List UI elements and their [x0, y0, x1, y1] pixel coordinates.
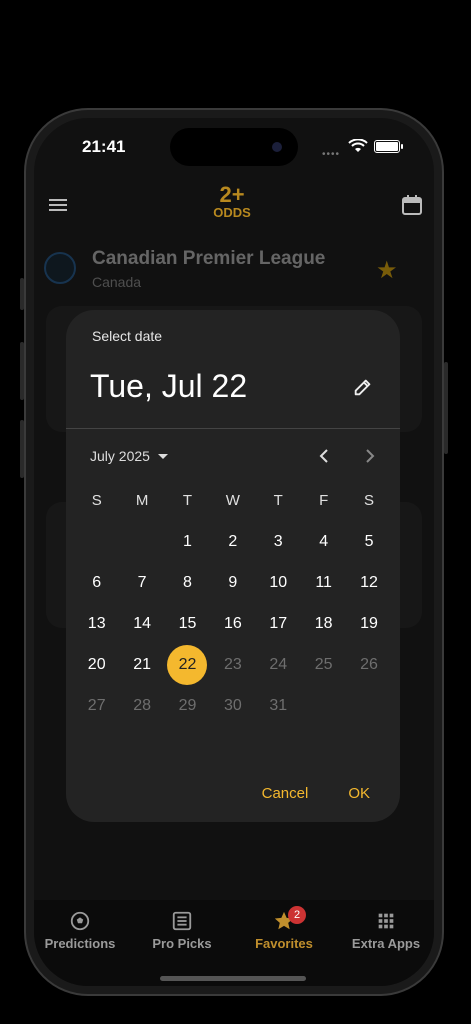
favorite-star-icon[interactable]: ★: [376, 256, 398, 285]
day-cell[interactable]: 5: [346, 521, 391, 562]
phone-power-button: [444, 362, 448, 454]
tab-label: Predictions: [44, 936, 116, 951]
weekday-label: M: [135, 492, 149, 509]
day-cell-disabled: 25: [314, 655, 333, 673]
day-cell[interactable]: 7: [119, 562, 164, 603]
weekday-label: T: [273, 492, 283, 509]
day-cell[interactable]: 6: [74, 562, 119, 603]
day-cell[interactable]: 21: [119, 644, 164, 685]
day-cell-disabled: 29: [178, 696, 197, 714]
tab-pro-picks[interactable]: Pro Picks: [132, 910, 232, 951]
selected-date-display: Tue, Jul 22: [90, 368, 248, 404]
day-cell-disabled: 24: [269, 655, 288, 673]
day-cell[interactable]: 18: [301, 603, 346, 644]
caret-down-icon: [157, 453, 168, 459]
day-cell-disabled: 28: [133, 696, 151, 714]
day-cell[interactable]: 17: [256, 603, 301, 644]
wifi-icon: [348, 139, 368, 152]
week-row: 13 14 15 16 17 18 19: [74, 603, 392, 644]
day-cell[interactable]: 19: [346, 603, 391, 644]
day-cell[interactable]: 14: [119, 603, 164, 644]
day-cell-empty: [119, 521, 164, 562]
day-cell[interactable]: 8: [165, 562, 210, 603]
tab-predictions[interactable]: Predictions: [34, 910, 130, 951]
tab-extra-apps[interactable]: Extra Apps: [336, 910, 434, 951]
screen: 21:41 •••• 2+ ODDS Canadian Premier Leag…: [34, 118, 434, 986]
app-bar: 2+ ODDS: [34, 180, 434, 232]
day-cell-empty: [74, 521, 119, 562]
day-cell[interactable]: 11: [301, 562, 346, 603]
day-cell[interactable]: 16: [210, 603, 255, 644]
chevron-left-icon[interactable]: [312, 444, 336, 468]
weekday-row: S M T W T F S: [74, 480, 392, 521]
weekday-label: T: [182, 492, 193, 509]
logo-top: 2+: [219, 182, 245, 207]
favorites-badge: 2: [288, 906, 306, 924]
day-cell-empty: [301, 685, 346, 726]
tab-favorites[interactable]: 2 Favorites: [234, 906, 334, 951]
grid-apps-icon: [378, 913, 394, 929]
league-name: Canadian Premier League: [92, 248, 326, 269]
day-cell-selected[interactable]: 22: [165, 644, 210, 685]
status-time: 21:41: [82, 137, 126, 156]
app-logo: 2+ ODDS: [212, 184, 252, 228]
day-cell-disabled: 26: [360, 655, 378, 673]
weekday-label: W: [225, 492, 240, 509]
day-cell[interactable]: 9: [210, 562, 255, 603]
calendar-grid: S M T W T F S 1 2 3 4 5 6 7 8 9 10 11 12…: [74, 480, 392, 726]
league-header: Canadian Premier League Canada ★: [34, 240, 434, 296]
day-cell-disabled: 31: [269, 696, 288, 714]
day-cell[interactable]: 1: [165, 521, 210, 562]
chevron-right-icon[interactable]: [358, 444, 382, 468]
day-cell[interactable]: 2: [210, 521, 255, 562]
month-year-label: July 2025: [90, 448, 150, 464]
menu-icon[interactable]: [46, 193, 70, 217]
dialog-actions: Cancel OK: [256, 781, 376, 806]
weekday-label: S: [91, 492, 102, 509]
league-logo-icon: [44, 252, 76, 284]
week-row: 20 21 22 23 24 25 26: [74, 644, 392, 685]
tab-label: Pro Picks: [152, 936, 212, 951]
dialog-header: Select date: [92, 328, 163, 344]
battery-icon: [374, 140, 403, 153]
day-cell[interactable]: 20: [74, 644, 119, 685]
weekday-label: S: [364, 492, 375, 509]
month-year-dropdown[interactable]: July 2025: [90, 448, 168, 464]
divider: [66, 428, 400, 429]
league-country: Canada: [92, 274, 142, 290]
day-cell-disabled: 30: [223, 696, 242, 714]
day-cell[interactable]: 15: [165, 603, 210, 644]
week-row: 6 7 8 9 10 11 12: [74, 562, 392, 603]
day-cell[interactable]: 12: [346, 562, 391, 603]
bottom-navigation: Predictions Pro Picks 2 Favorites Extra …: [34, 900, 434, 986]
day-cell-disabled: 23: [223, 655, 242, 673]
ok-button[interactable]: OK: [342, 781, 376, 806]
tab-label: Extra Apps: [351, 936, 421, 951]
week-row: 1 2 3 4 5: [74, 521, 392, 562]
soccer-ball-icon: [70, 911, 90, 931]
cancel-button[interactable]: Cancel: [256, 781, 315, 806]
day-cell[interactable]: 4: [301, 521, 346, 562]
home-indicator[interactable]: [160, 976, 306, 981]
signal-icon: ••••: [322, 149, 341, 160]
tab-label: Favorites: [255, 936, 313, 951]
day-cell-empty: [346, 685, 391, 726]
date-picker-dialog: Select date Tue, Jul 22 July 2025 S M T …: [66, 310, 400, 822]
day-cell[interactable]: 3: [256, 521, 301, 562]
status-bar: 21:41 ••••: [34, 118, 434, 176]
day-cell-disabled: 27: [87, 696, 106, 714]
day-cell[interactable]: 13: [74, 603, 119, 644]
logo-bottom: ODDS: [213, 205, 251, 220]
camera-icon: [272, 142, 282, 152]
week-row: 27 28 29 30 31: [74, 685, 392, 726]
dynamic-island: [170, 128, 298, 166]
pencil-icon[interactable]: [352, 376, 374, 398]
day-cell[interactable]: 10: [256, 562, 301, 603]
selected-day-label: 22: [178, 655, 197, 673]
list-box-icon: [172, 911, 192, 931]
calendar-icon[interactable]: [400, 193, 424, 217]
weekday-label: F: [319, 492, 329, 509]
